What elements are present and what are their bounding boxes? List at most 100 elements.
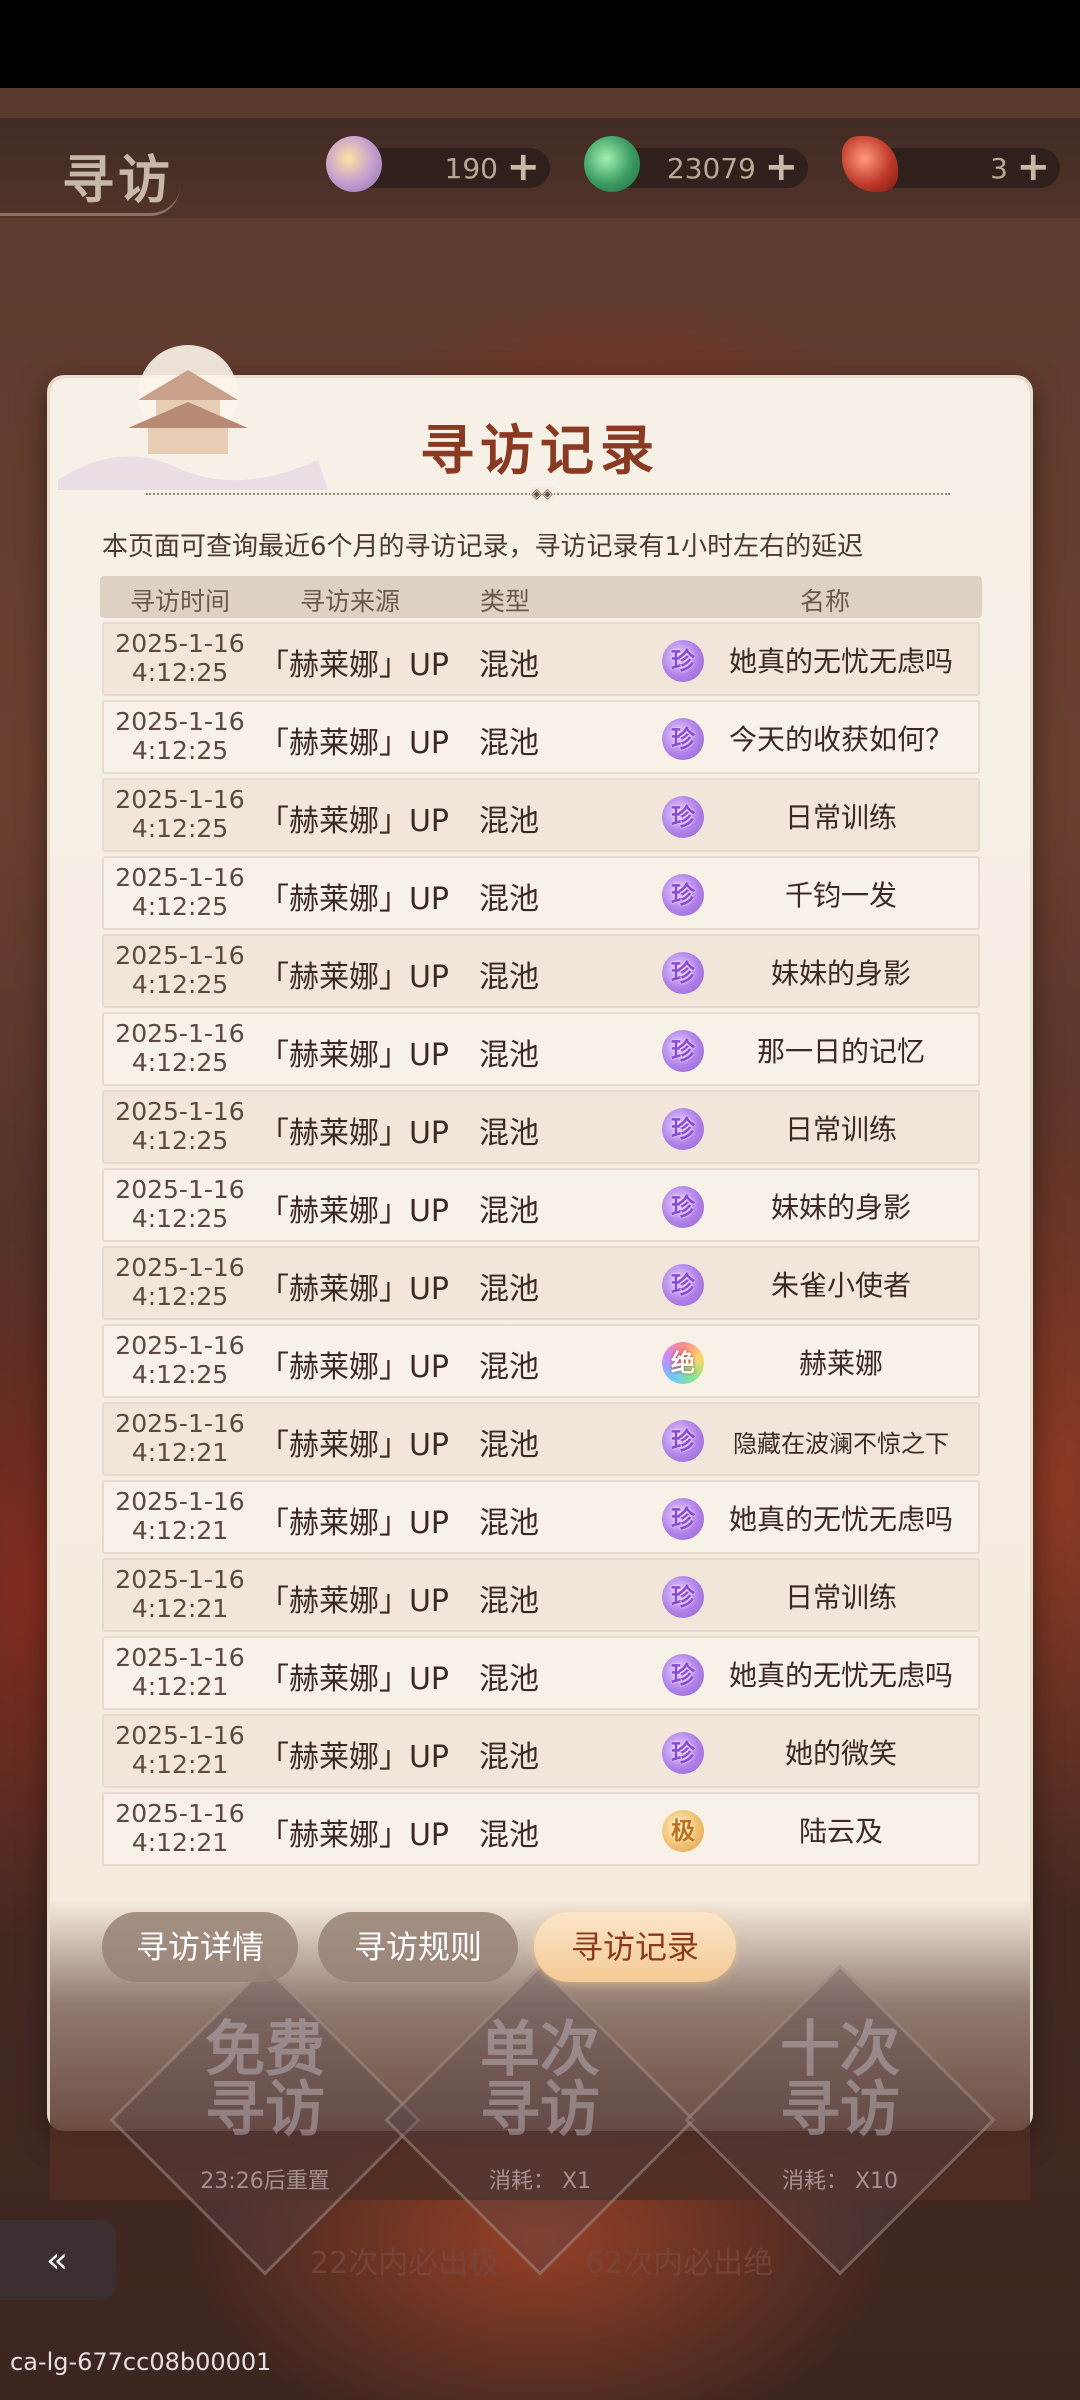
currency-jade-value: 190 bbox=[444, 152, 498, 185]
row-date: 2025-1-16 bbox=[115, 941, 245, 970]
row-type: 混池 bbox=[479, 1584, 539, 1619]
watermark-id: ca-lg-677cc08b00001 bbox=[10, 2348, 272, 2376]
row-name: 她真的无忧无虑吗 bbox=[728, 645, 953, 678]
row-time: 2025-1-16 4:12:25 bbox=[110, 707, 250, 765]
row-clock: 4:12:25 bbox=[131, 1126, 229, 1155]
row-source: 「赫莱娜」UP bbox=[258, 1272, 450, 1307]
ten-draw-button[interactable]: 十次 寻访 bbox=[710, 2020, 970, 2140]
guarantee-jue: 62次内必出绝 bbox=[585, 2238, 773, 2281]
row-time: 2025-1-16 4:12:25 bbox=[110, 941, 250, 999]
row-source: 「赫莱娜」UP bbox=[258, 1194, 450, 1229]
rarity-badge-icon: 珍 bbox=[662, 1108, 704, 1150]
column-header-time: 寻访时间 bbox=[129, 587, 230, 616]
row-clock: 4:12:25 bbox=[131, 1282, 229, 1311]
rarity-badge-icon: 珍 bbox=[662, 1732, 704, 1774]
row-clock: 4:12:25 bbox=[131, 814, 229, 843]
single-draw-cost: 消耗： X1 bbox=[488, 2169, 592, 2194]
row-source: 「赫莱娜」UP bbox=[258, 1350, 450, 1385]
row-clock: 4:12:21 bbox=[131, 1750, 229, 1779]
row-time: 2025-1-16 4:12:21 bbox=[110, 1721, 250, 1779]
row-type: 混池 bbox=[479, 1740, 539, 1775]
table-row: 2025-1-16 4:12:25 「赫莱娜」UP 混池珍妹妹的身影 bbox=[102, 1168, 980, 1242]
row-time: 2025-1-16 4:12:25 bbox=[110, 1175, 250, 1233]
guarantee-jue-count: 62 bbox=[585, 2246, 624, 2281]
row-type: 混池 bbox=[479, 1272, 539, 1307]
row-clock: 4:12:21 bbox=[131, 1516, 229, 1545]
row-time: 2025-1-16 4:12:25 bbox=[110, 1097, 250, 1155]
table-row: 2025-1-16 4:12:25 「赫莱娜」UP 混池珍她真的无忧无虑吗 bbox=[102, 622, 980, 696]
rarity-badge-icon: 极 bbox=[662, 1810, 704, 1852]
row-name: 她的微笑 bbox=[784, 1737, 897, 1770]
table-row: 2025-1-16 4:12:25 「赫莱娜」UP 混池珍千钧一发 bbox=[102, 856, 980, 930]
row-clock: 4:12:21 bbox=[131, 1438, 229, 1467]
row-date: 2025-1-16 bbox=[115, 1019, 245, 1048]
guarantee-ji-text: 次内必出 bbox=[348, 2246, 469, 2281]
free-draw-title-2: 寻访 bbox=[205, 2075, 325, 2145]
row-type: 混池 bbox=[479, 726, 539, 761]
table-row: 2025-1-16 4:12:21 「赫莱娜」UP 混池珍她真的无忧无虑吗 bbox=[102, 1636, 980, 1710]
row-type: 混池 bbox=[479, 1194, 539, 1229]
row-clock: 4:12:25 bbox=[131, 1204, 229, 1233]
row-name: 那一日的记忆 bbox=[756, 1035, 925, 1068]
row-clock: 4:12:21 bbox=[131, 1828, 229, 1857]
tab-draw-details[interactable]: 寻访详情 bbox=[102, 1912, 298, 1982]
row-date: 2025-1-16 bbox=[115, 629, 245, 658]
row-date: 2025-1-16 bbox=[115, 707, 245, 736]
row-date: 2025-1-16 bbox=[115, 1799, 245, 1828]
row-type: 混池 bbox=[479, 648, 539, 683]
guarantee-ji: 22次内必出极 bbox=[310, 2238, 498, 2281]
rarity-badge-icon: 绝 bbox=[662, 1342, 704, 1384]
rarity-badge-icon: 珍 bbox=[662, 1576, 704, 1618]
row-name: 她真的无忧无虑吗 bbox=[728, 1659, 953, 1692]
row-date: 2025-1-16 bbox=[115, 1253, 245, 1282]
row-type: 混池 bbox=[479, 1506, 539, 1541]
row-type: 混池 bbox=[479, 1818, 539, 1853]
rarity-badge-icon: 珍 bbox=[662, 1498, 704, 1540]
row-name: 千钧一发 bbox=[784, 879, 897, 912]
free-draw-title-1: 免费 bbox=[205, 2015, 325, 2085]
row-name: 隐藏在波澜不惊之下 bbox=[733, 1430, 949, 1458]
row-time: 2025-1-16 4:12:25 bbox=[110, 785, 250, 843]
row-date: 2025-1-16 bbox=[115, 1409, 245, 1438]
column-header-type: 类型 bbox=[479, 587, 530, 616]
table-row: 2025-1-16 4:12:21 「赫莱娜」UP 混池极陆云及 bbox=[102, 1792, 980, 1866]
row-type: 混池 bbox=[479, 1350, 539, 1385]
table-row: 2025-1-16 4:12:21 「赫莱娜」UP 混池珍她真的无忧无虑吗 bbox=[102, 1480, 980, 1554]
row-type: 混池 bbox=[479, 1038, 539, 1073]
row-type: 混池 bbox=[479, 1116, 539, 1151]
row-time: 2025-1-16 4:12:21 bbox=[110, 1799, 250, 1857]
record-notice: 本页面可查询最近6个月的寻访记录，寻访记录有1小时左右的延迟 bbox=[102, 532, 864, 562]
row-source: 「赫莱娜」UP bbox=[258, 1818, 450, 1853]
tab-draw-rules[interactable]: 寻访规则 bbox=[318, 1912, 518, 1982]
back-button[interactable]: « bbox=[0, 2220, 116, 2300]
table-row: 2025-1-16 4:12:25 「赫莱娜」UP 混池珍日常训练 bbox=[102, 1090, 980, 1164]
single-draw-title-1: 单次 bbox=[480, 2015, 600, 2085]
ten-draw-title-2: 寻访 bbox=[780, 2075, 900, 2145]
row-time: 2025-1-16 4:12:25 bbox=[110, 863, 250, 921]
single-draw-title-2: 寻访 bbox=[480, 2075, 600, 2145]
add-green-button[interactable]: + bbox=[764, 144, 798, 190]
row-source: 「赫莱娜」UP bbox=[258, 882, 450, 917]
row-time: 2025-1-16 4:12:21 bbox=[110, 1643, 250, 1701]
row-time: 2025-1-16 4:12:25 bbox=[110, 1019, 250, 1077]
row-type: 混池 bbox=[479, 1428, 539, 1463]
column-header-name: 名称 bbox=[799, 587, 850, 616]
row-date: 2025-1-16 bbox=[115, 1565, 245, 1594]
row-date: 2025-1-16 bbox=[115, 863, 245, 892]
rarity-badge-icon: 珍 bbox=[662, 640, 704, 682]
add-ticket-button[interactable]: + bbox=[1016, 144, 1050, 190]
row-date: 2025-1-16 bbox=[115, 1487, 245, 1516]
table-row: 2025-1-16 4:12:25 「赫莱娜」UP 混池珍今天的收获如何？ bbox=[102, 700, 980, 774]
row-time: 2025-1-16 4:12:25 bbox=[110, 1253, 250, 1311]
row-name: 朱雀小使者 bbox=[770, 1269, 911, 1302]
rarity-badge-icon: 珍 bbox=[662, 1030, 704, 1072]
add-jade-button[interactable]: + bbox=[506, 144, 540, 190]
row-clock: 4:12:25 bbox=[131, 970, 229, 999]
top-bar: 寻访 190 + 23079 + 3 + bbox=[0, 118, 1080, 218]
red-ticket-icon bbox=[842, 136, 898, 192]
record-list[interactable]: 2025-1-16 4:12:25 「赫莱娜」UP 混池珍她真的无忧无虑吗 2025-1… bbox=[100, 622, 982, 1870]
row-name: 陆云及 bbox=[798, 1815, 883, 1848]
single-draw-button[interactable]: 单次 寻访 bbox=[410, 2020, 670, 2140]
tab-draw-records[interactable]: 寻访记录 bbox=[534, 1912, 736, 1982]
free-draw-button[interactable]: 免费 寻访 bbox=[135, 2020, 395, 2140]
